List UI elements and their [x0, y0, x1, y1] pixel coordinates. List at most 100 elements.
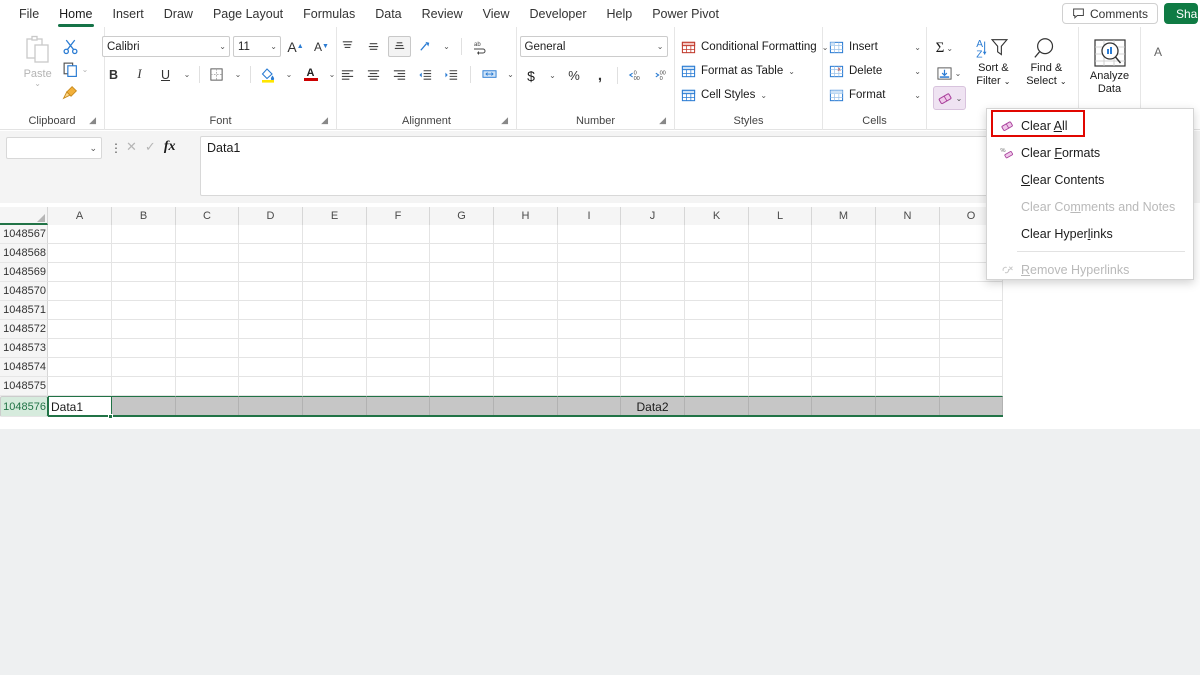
row-header-1048567[interactable]: 1048567 [0, 225, 48, 244]
font-size-input[interactable]: 11 ⌄ [233, 36, 281, 57]
cell-J1048567[interactable] [621, 225, 685, 244]
cell-M1048567[interactable] [812, 225, 876, 244]
cell-E1048574[interactable] [303, 358, 367, 377]
cell-H1048569[interactable] [494, 263, 558, 282]
cell-N1048573[interactable] [876, 339, 940, 358]
column-header-J[interactable]: J [621, 207, 685, 225]
decrease-font-size-button[interactable]: A ▼ [310, 36, 333, 57]
paste-button[interactable]: Paste ⌄ [16, 31, 60, 88]
cell-L1048576[interactable] [749, 396, 812, 417]
cell-A1048567[interactable] [48, 225, 112, 244]
cell-D1048575[interactable] [239, 377, 303, 396]
copy-button[interactable]: ⌄ [62, 59, 89, 79]
cell-G1048568[interactable] [430, 244, 494, 263]
cells-item-insert[interactable]: Insert ⌄ [829, 35, 921, 59]
addins-partial-label[interactable]: A [1154, 45, 1162, 59]
cells-item-format[interactable]: Format ⌄ [829, 83, 921, 107]
cell-D1048569[interactable] [239, 263, 303, 282]
menu-item-clear-contents[interactable]: Clear Contents [987, 166, 1193, 193]
row-header-1048575[interactable]: 1048575 [0, 377, 48, 396]
cell-B1048567[interactable] [112, 225, 176, 244]
cell-B1048572[interactable] [112, 320, 176, 339]
cell-F1048572[interactable] [367, 320, 430, 339]
column-header-A[interactable]: A [48, 207, 112, 225]
cell-D1048572[interactable] [239, 320, 303, 339]
cell-J1048576[interactable]: Data2 [621, 396, 685, 417]
cell-F1048568[interactable] [367, 244, 430, 263]
column-header-D[interactable]: D [239, 207, 303, 225]
cell-I1048567[interactable] [558, 225, 621, 244]
cell-I1048575[interactable] [558, 377, 621, 396]
chevron-down-icon[interactable]: ⌄ [82, 65, 89, 73]
cell-A1048575[interactable] [48, 377, 112, 396]
cell-D1048570[interactable] [239, 282, 303, 301]
cell-O1048574[interactable] [940, 358, 1003, 377]
column-header-H[interactable]: H [494, 207, 558, 225]
ribbon-tab-draw[interactable]: Draw [155, 4, 202, 24]
cell-I1048573[interactable] [558, 339, 621, 358]
chevron-down-icon[interactable]: ⌄ [956, 94, 963, 102]
cell-D1048568[interactable] [239, 244, 303, 263]
cell-L1048572[interactable] [749, 320, 812, 339]
cell-M1048570[interactable] [812, 282, 876, 301]
cell-G1048572[interactable] [430, 320, 494, 339]
wrap-text-button[interactable]: ab [469, 36, 492, 57]
cell-C1048573[interactable] [176, 339, 239, 358]
cell-C1048572[interactable] [176, 320, 239, 339]
cell-F1048575[interactable] [367, 377, 430, 396]
cell-L1048571[interactable] [749, 301, 812, 320]
center-button[interactable] [362, 64, 385, 85]
cell-M1048575[interactable] [812, 377, 876, 396]
cell-C1048567[interactable] [176, 225, 239, 244]
column-header-I[interactable]: I [558, 207, 621, 225]
accounting-format-button[interactable]: $ [520, 65, 543, 86]
cell-G1048571[interactable] [430, 301, 494, 320]
format-painter-button[interactable] [62, 82, 89, 102]
cell-E1048567[interactable] [303, 225, 367, 244]
column-header-N[interactable]: N [876, 207, 940, 225]
chevron-down-icon[interactable]: ⌄ [908, 43, 921, 52]
fill-button[interactable]: ⌄ [933, 61, 967, 85]
cell-I1048569[interactable] [558, 263, 621, 282]
clear-button[interactable]: ⌄ [932, 86, 967, 110]
cell-J1048571[interactable] [621, 301, 685, 320]
chevron-down-icon[interactable]: ⌄ [1004, 77, 1011, 86]
cell-E1048568[interactable] [303, 244, 367, 263]
bottom-align-button[interactable] [387, 36, 411, 57]
font-color-button[interactable]: A [299, 64, 322, 85]
column-header-G[interactable]: G [430, 207, 494, 225]
cell-F1048574[interactable] [367, 358, 430, 377]
cell-N1048571[interactable] [876, 301, 940, 320]
cell-N1048568[interactable] [876, 244, 940, 263]
cell-B1048575[interactable] [112, 377, 176, 396]
row-header-1048569[interactable]: 1048569 [0, 263, 48, 282]
cell-B1048568[interactable] [112, 244, 176, 263]
cell-O1048572[interactable] [940, 320, 1003, 339]
cell-N1048569[interactable] [876, 263, 940, 282]
comments-button[interactable]: Comments [1061, 3, 1158, 24]
cell-C1048574[interactable] [176, 358, 239, 377]
cell-B1048570[interactable] [112, 282, 176, 301]
styles-item-cell-styles[interactable]: Cell Styles ⌄ [681, 83, 767, 107]
cell-C1048570[interactable] [176, 282, 239, 301]
enter-formula-icon[interactable]: ✓ [145, 139, 156, 155]
cell-I1048571[interactable] [558, 301, 621, 320]
cell-D1048574[interactable] [239, 358, 303, 377]
cell-E1048569[interactable] [303, 263, 367, 282]
cell-D1048573[interactable] [239, 339, 303, 358]
cell-G1048570[interactable] [430, 282, 494, 301]
cell-G1048575[interactable] [430, 377, 494, 396]
column-header-B[interactable]: B [112, 207, 176, 225]
chevron-down-icon[interactable]: ⌄ [89, 143, 97, 154]
merge-center-button[interactable] [478, 64, 501, 85]
cell-E1048573[interactable] [303, 339, 367, 358]
underline-button[interactable]: U [154, 64, 177, 85]
cell-C1048569[interactable] [176, 263, 239, 282]
ribbon-tab-help[interactable]: Help [598, 4, 642, 24]
cut-button[interactable] [62, 36, 89, 56]
select-all-button[interactable] [0, 207, 48, 225]
chevron-down-icon[interactable]: ⌄ [653, 42, 664, 51]
cell-K1048573[interactable] [685, 339, 749, 358]
cell-A1048572[interactable] [48, 320, 112, 339]
cell-J1048572[interactable] [621, 320, 685, 339]
